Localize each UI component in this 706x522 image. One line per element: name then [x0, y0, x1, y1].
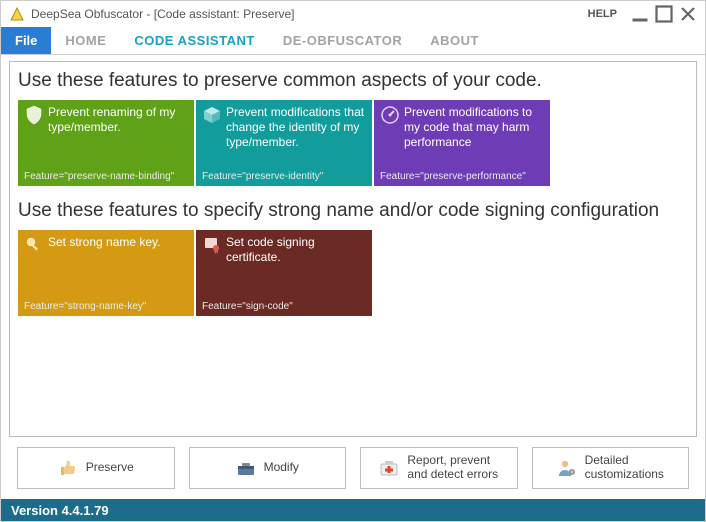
menu-home[interactable]: HOME — [51, 27, 120, 54]
maximize-button[interactable] — [655, 5, 673, 23]
content-panel: Use these features to preserve common as… — [9, 61, 697, 437]
content-area: Use these features to preserve common as… — [1, 55, 705, 499]
firstaid-icon — [379, 458, 399, 478]
tile-footer: Feature="preserve-performance" — [380, 171, 526, 182]
button-modify[interactable]: Modify — [189, 447, 347, 489]
tile-footer: Feature="sign-code" — [202, 301, 293, 312]
minimize-button[interactable] — [631, 5, 649, 23]
section-heading-preserve: Use these features to preserve common as… — [18, 70, 688, 92]
tile-row-signing: Set strong name key. Feature="strong-nam… — [18, 230, 688, 316]
tile-footer: Feature="strong-name-key" — [24, 301, 146, 312]
menu-de-obfuscator[interactable]: DE-OBFUSCATOR — [269, 27, 416, 54]
menu-code-assistant[interactable]: CODE ASSISTANT — [120, 27, 268, 54]
tile-footer: Feature="preserve-name-binding" — [24, 171, 174, 182]
tile-strong-name-key[interactable]: Set strong name key. Feature="strong-nam… — [18, 230, 194, 316]
window-title: DeepSea Obfuscator - [Code assistant: Pr… — [31, 7, 574, 21]
key-icon — [24, 235, 44, 255]
button-label: Report, prevent and detect errors — [407, 454, 498, 482]
tile-preserve-performance[interactable]: Prevent modifications to my code that ma… — [374, 100, 550, 186]
tile-sign-code[interactable]: Set code signing certificate. Feature="s… — [196, 230, 372, 316]
tile-preserve-name-binding[interactable]: Prevent renaming of my type/member. Feat… — [18, 100, 194, 186]
tile-title: Prevent modifications that change the id… — [226, 105, 366, 150]
main-menu: File HOME CODE ASSISTANT DE-OBFUSCATOR A… — [1, 27, 705, 55]
tile-footer: Feature="preserve-identity" — [202, 171, 323, 182]
menu-file[interactable]: File — [1, 27, 51, 54]
close-button[interactable] — [679, 5, 697, 23]
button-label: Modify — [264, 461, 299, 475]
tile-title: Set strong name key. — [48, 235, 161, 255]
button-preserve[interactable]: Preserve — [17, 447, 175, 489]
cube-icon — [202, 105, 222, 125]
bottom-button-bar: Preserve Modify Report, prevent and dete… — [9, 437, 697, 499]
tile-preserve-identity[interactable]: Prevent modifications that change the id… — [196, 100, 372, 186]
button-detailed-customizations[interactable]: Detailed customizations — [532, 447, 690, 489]
version-label: Version 4.4.1.79 — [11, 503, 109, 518]
section-heading-signing: Use these features to specify strong nam… — [18, 200, 688, 222]
certificate-icon — [202, 235, 222, 255]
gauge-icon — [380, 105, 400, 125]
button-label: Preserve — [86, 461, 134, 475]
user-gear-icon — [557, 458, 577, 478]
thumbs-up-icon — [58, 458, 78, 478]
tile-title: Prevent modifications to my code that ma… — [404, 105, 544, 150]
tile-title: Prevent renaming of my type/member. — [48, 105, 188, 135]
button-report-errors[interactable]: Report, prevent and detect errors — [360, 447, 518, 489]
app-icon — [9, 6, 25, 22]
status-bar: Version 4.4.1.79 — [1, 499, 705, 521]
menu-about[interactable]: ABOUT — [416, 27, 493, 54]
shield-icon — [24, 105, 44, 125]
help-button[interactable]: HELP — [580, 8, 625, 20]
titlebar: DeepSea Obfuscator - [Code assistant: Pr… — [1, 1, 705, 27]
tile-title: Set code signing certificate. — [226, 235, 366, 265]
toolbox-icon — [236, 458, 256, 478]
tile-row-preserve: Prevent renaming of my type/member. Feat… — [18, 100, 688, 186]
button-label: Detailed customizations — [585, 454, 664, 482]
